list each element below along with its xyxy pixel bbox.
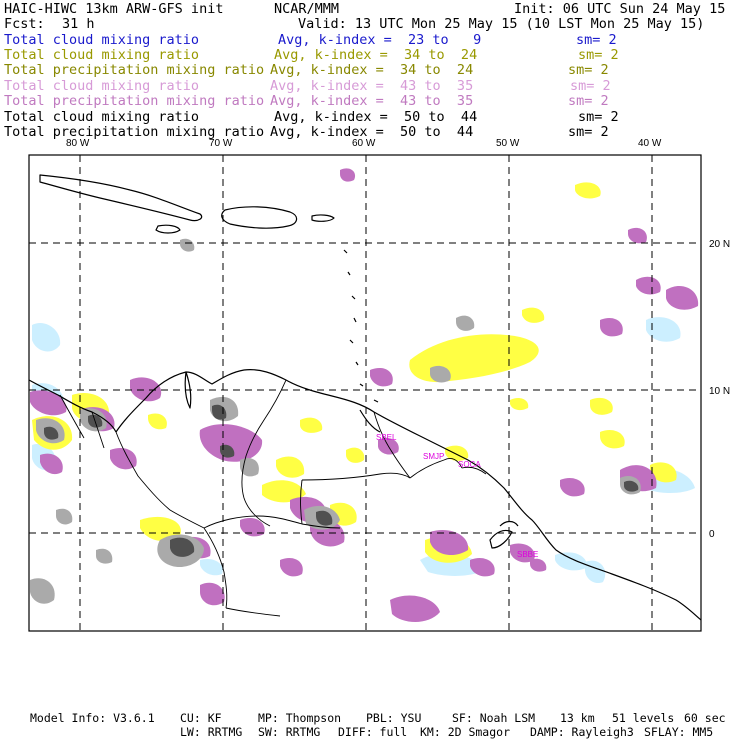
field-avg: Avg, k-index = 50 to 44 [274, 109, 478, 125]
init-time: Init: 06 UTC Sun 24 May 15 [514, 1, 726, 17]
field-sm: sm= 2 [570, 78, 611, 94]
field-sm: sm= 2 [578, 109, 619, 125]
field-avg: Avg, k-index = 34 to 24 [270, 62, 474, 78]
lat-label-10n: 10 N [709, 386, 730, 397]
footer-diff: DIFF: full [338, 725, 408, 739]
footer-mp: MP: Thompson [258, 711, 342, 725]
field-row-1: Total cloud mixing ratio Avg, k-index = … [4, 33, 736, 48]
fcst-value: 31 h [62, 16, 95, 32]
model-title: HAIC-HIWC 13km ARW-GFS init [4, 1, 224, 17]
field-name: Total cloud mixing ratio [4, 32, 200, 48]
station-soca: SOCA [458, 460, 481, 469]
map-panel: 80 W 70 W 60 W 50 W 40 W 20 N 10 N 0 SBE… [28, 138, 730, 632]
lat-label-20n: 20 N [709, 239, 730, 250]
header-line-2: Fcst: 31 h Valid: 13 UTC Mon 25 May 15 (… [4, 17, 736, 32]
lon-label-50w: 50 W [496, 138, 520, 149]
cloud-layer-mid [32, 182, 677, 563]
footer-model-info: Model Info: V3.6.1 [30, 711, 155, 725]
footer-km: KM: 2D Smagor [420, 725, 511, 739]
footer-damp: DAMP: Rayleigh3 [530, 725, 634, 739]
field-name: Total cloud mixing ratio [4, 78, 200, 94]
footer-pbl: PBL: YSU [366, 711, 422, 725]
map-frame [28, 154, 702, 632]
lat-lon-grid [29, 155, 701, 631]
lon-label-60w: 60 W [352, 138, 376, 149]
footer-sf: SF: Noah LSM [452, 711, 536, 725]
cloud-layer-low [32, 317, 695, 584]
field-avg: Avg, k-index = 43 to 35 [270, 93, 474, 109]
footer-sflay: SFLAY: MM5 [644, 725, 714, 739]
station-smjp: SMJP [423, 452, 444, 461]
field-sm: sm= 2 [568, 62, 609, 78]
organization: NCAR/MMM [274, 1, 340, 17]
field-row-3: Total precipitation mixing ratio Avg, k-… [4, 63, 736, 78]
footer-sw: SW: RRTMG [258, 725, 321, 739]
field-name: Total cloud mixing ratio [4, 47, 200, 63]
cloud-layer-top [30, 238, 641, 604]
header-line-1: HAIC-HIWC 13km ARW-GFS init NCAR/MMM Ini… [4, 2, 736, 17]
fcst-label: Fcst: [4, 16, 45, 32]
field-row-2: Total cloud mixing ratio Avg, k-index = … [4, 48, 736, 63]
lon-label-70w: 70 W [209, 138, 233, 149]
footer-lw: LW: RRTMG [180, 725, 243, 739]
footer-timestep: 60 sec [684, 711, 726, 725]
field-row-4: Total cloud mixing ratio Avg, k-index = … [4, 79, 736, 94]
footer-resolution: 13 km [560, 711, 595, 725]
field-sm: sm= 2 [568, 93, 609, 109]
field-avg: Avg, k-index = 34 to 24 [274, 47, 478, 63]
field-name: Total precipitation mixing ratio [4, 93, 265, 109]
field-sm: sm= 2 [576, 32, 617, 48]
lon-labels: 80 W 70 W 60 W 50 W 40 W [66, 138, 662, 149]
field-avg: Avg, k-index = 43 to 35 [270, 78, 474, 94]
valid-time: Valid: 13 UTC Mon 25 May 15 (10 LST Mon … [298, 16, 705, 32]
field-row-5: Total precipitation mixing ratio Avg, k-… [4, 94, 736, 109]
coastlines [29, 174, 701, 621]
cloud-layer-high [30, 168, 699, 622]
footer-levels: 51 levels [612, 711, 675, 725]
station-sbbe: SBBE [517, 550, 538, 559]
station-sbel: SBEL [376, 433, 397, 442]
footer-cu: CU: KF [180, 711, 222, 725]
plot-header: HAIC-HIWC 13km ARW-GFS init NCAR/MMM Ini… [0, 0, 740, 150]
field-sm: sm= 2 [578, 47, 619, 63]
lat-label-0: 0 [709, 529, 715, 540]
lon-label-80w: 80 W [66, 138, 90, 149]
field-avg: Avg, k-index = 23 to 9 [278, 32, 482, 48]
lat-labels: 20 N 10 N 0 [709, 239, 730, 540]
field-name: Total precipitation mixing ratio [4, 62, 265, 78]
lon-label-40w: 40 W [638, 138, 662, 149]
field-name: Total cloud mixing ratio [4, 109, 200, 125]
field-row-6: Total cloud mixing ratio Avg, k-index = … [4, 110, 736, 125]
